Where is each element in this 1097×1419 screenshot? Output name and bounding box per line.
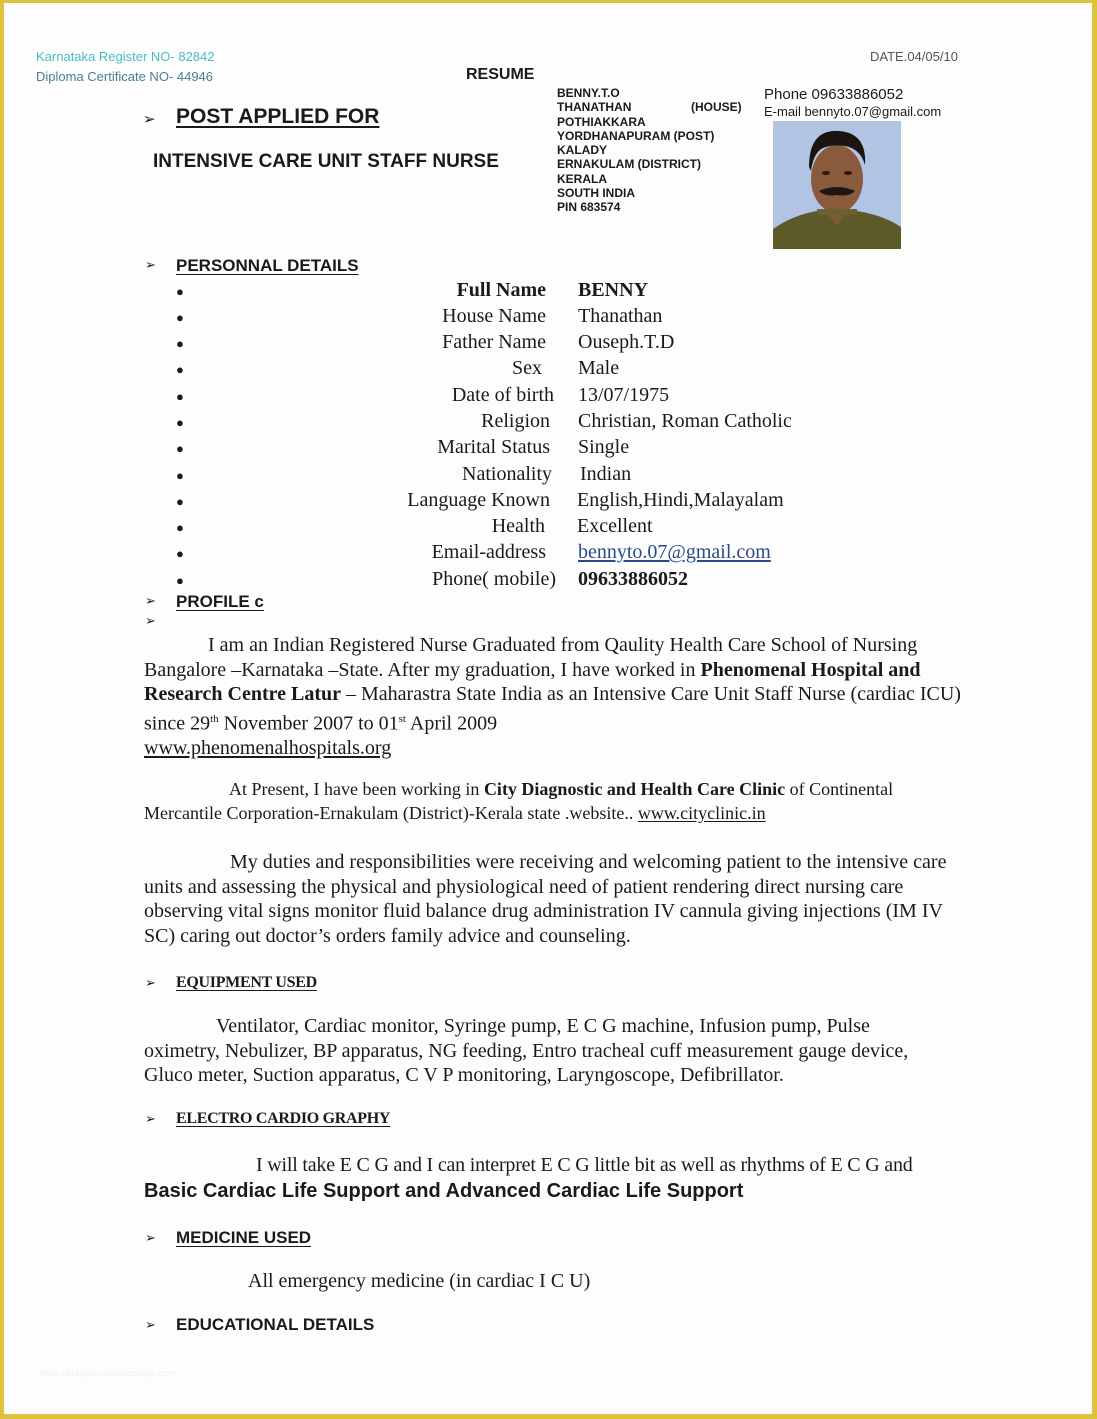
ecg-text: I will take E C G and I can interpret E … <box>256 1154 913 1176</box>
detail-value: Thanathan <box>578 305 663 327</box>
section-arrow-icon: ➢ <box>145 594 156 609</box>
detail-value: Single <box>578 436 630 458</box>
address-line: KERALA <box>557 171 607 186</box>
bullet-icon: ● <box>176 284 184 299</box>
education-heading: EDUCATIONAL DETAILS <box>176 1315 375 1334</box>
watermark: www.heritagechristiancollege.com <box>40 1368 176 1378</box>
detail-label: Religion <box>481 410 550 432</box>
profile-heading: PROFILE c <box>176 592 264 611</box>
resume-title: RESUME <box>466 66 535 83</box>
bullet-icon: ● <box>176 389 184 404</box>
profile-photo <box>773 121 901 249</box>
email-link[interactable]: bennyto.07@gmail.com <box>578 541 771 564</box>
section-arrow-icon: ➢ <box>145 1231 156 1246</box>
detail-value: Ouseph.T.D <box>578 331 675 353</box>
address-line: KALADY <box>557 143 607 158</box>
profile-paragraph-3: My duties and responsibilities were rece… <box>144 851 947 948</box>
personal-details-heading: PERSONNAL DETAILS <box>176 256 359 275</box>
address-line: ERNAKULAM (DISTRICT) <box>557 157 701 172</box>
ecg-heading: ELECTRO CARDIO GRAPHY <box>176 1110 391 1127</box>
medicine-heading: MEDICINE USED <box>176 1228 312 1247</box>
hospital-website-link[interactable]: www.phenomenalhospitals.org <box>144 737 391 759</box>
detail-label: Language Known <box>407 489 550 511</box>
detail-label: Phone( mobile) <box>432 568 556 590</box>
equipment-list: Ventilator, Cardiac monitor, Syringe pum… <box>144 1015 909 1087</box>
profile-paragraph-2: At Present, I have been working in City … <box>144 777 974 825</box>
register-number: Karnataka Register NO- 82842 <box>36 49 215 64</box>
ordinal-suffix: st <box>398 713 406 726</box>
section-arrow-icon: ➢ <box>145 1318 156 1333</box>
detail-value: BENNY <box>578 279 649 301</box>
address-line: POTHIAKKARA <box>557 114 646 129</box>
person-photo-icon <box>773 121 901 249</box>
bullet-icon: ● <box>176 546 184 561</box>
detail-label: Full Name <box>456 279 546 301</box>
detail-label: Father Name <box>442 331 546 353</box>
bullet-icon: ● <box>176 415 184 430</box>
detail-value: Excellent <box>577 515 653 537</box>
section-arrow-icon: ➢ <box>145 614 156 629</box>
medicine-text: All emergency medicine (in cardiac I C U… <box>248 1270 591 1292</box>
house-tag: (HOUSE) <box>691 100 742 115</box>
detail-label: Nationality <box>462 463 552 485</box>
profile-paragraph-1: I am an Indian Registered Nurse Graduate… <box>144 633 974 761</box>
contact-email: E-mail bennyto.07@gmail.com <box>764 104 942 119</box>
address-line: THANATHAN <box>557 100 632 115</box>
address-block: BENNY.T.O THANATHAN (HOUSE) POTHIAKKARA … <box>557 86 757 215</box>
paragraph-text: April 2009 <box>405 712 498 735</box>
detail-value: 09633886052 <box>578 568 688 590</box>
detail-value: English,Hindi,Malayalam <box>577 489 784 511</box>
address-line: SOUTH INDIA <box>557 186 635 201</box>
section-arrow-icon: ➢ <box>145 1112 156 1127</box>
section-arrow-icon: ➢ <box>145 258 156 273</box>
ordinal-suffix: th <box>210 713 219 726</box>
bullet-icon: ● <box>176 520 184 535</box>
detail-label: House Name <box>442 305 546 327</box>
address-line-house: THANATHAN (HOUSE) <box>557 100 757 114</box>
address-line: YORDHANAPURAM (POST) <box>557 128 715 143</box>
bullet-icon: ● <box>176 362 184 377</box>
detail-label: Marital Status <box>437 436 550 458</box>
section-arrow-icon: ➢ <box>143 110 156 128</box>
detail-label: Date of birth <box>451 384 554 406</box>
paragraph-text: At Present, I have been working in <box>229 779 484 799</box>
bullet-icon: ● <box>176 336 184 351</box>
paragraph-text: November 2007 to 01 <box>218 712 399 735</box>
contact-phone: Phone 09633886052 <box>764 86 904 103</box>
clinic-website-link[interactable]: www.cityclinic.in <box>638 803 766 823</box>
address-line: BENNY.T.O <box>557 86 620 100</box>
diploma-number: Diploma Certificate NO- 44946 <box>36 69 214 84</box>
detail-value: Male <box>578 357 620 379</box>
detail-label: Sex <box>512 357 542 379</box>
bullet-icon: ● <box>176 441 184 456</box>
detail-label: Health <box>491 515 545 537</box>
section-arrow-icon: ➢ <box>145 976 156 991</box>
bullet-icon: ● <box>176 468 184 483</box>
bullet-icon: ● <box>176 573 184 588</box>
resume-date: DATE.04/05/10 <box>870 49 958 64</box>
detail-label: Email-address <box>431 541 546 563</box>
ecg-certifications: Basic Cardiac Life Support and Advanced … <box>144 1180 744 1202</box>
post-position: INTENSIVE CARE UNIT STAFF NURSE <box>153 151 499 172</box>
clinic-name: City Diagnostic and Health Care Clinic <box>483 779 786 799</box>
post-applied-heading: POST APPLIED FOR <box>176 105 380 128</box>
address-line: PIN 683574 <box>557 200 621 215</box>
detail-value: Indian <box>580 463 632 485</box>
bullet-icon: ● <box>176 310 184 325</box>
detail-value: 13/07/1975 <box>578 384 670 406</box>
detail-value: Christian, Roman Catholic <box>578 410 792 432</box>
equipment-heading: EQUIPMENT USED <box>176 974 317 991</box>
bullet-icon: ● <box>176 494 184 509</box>
